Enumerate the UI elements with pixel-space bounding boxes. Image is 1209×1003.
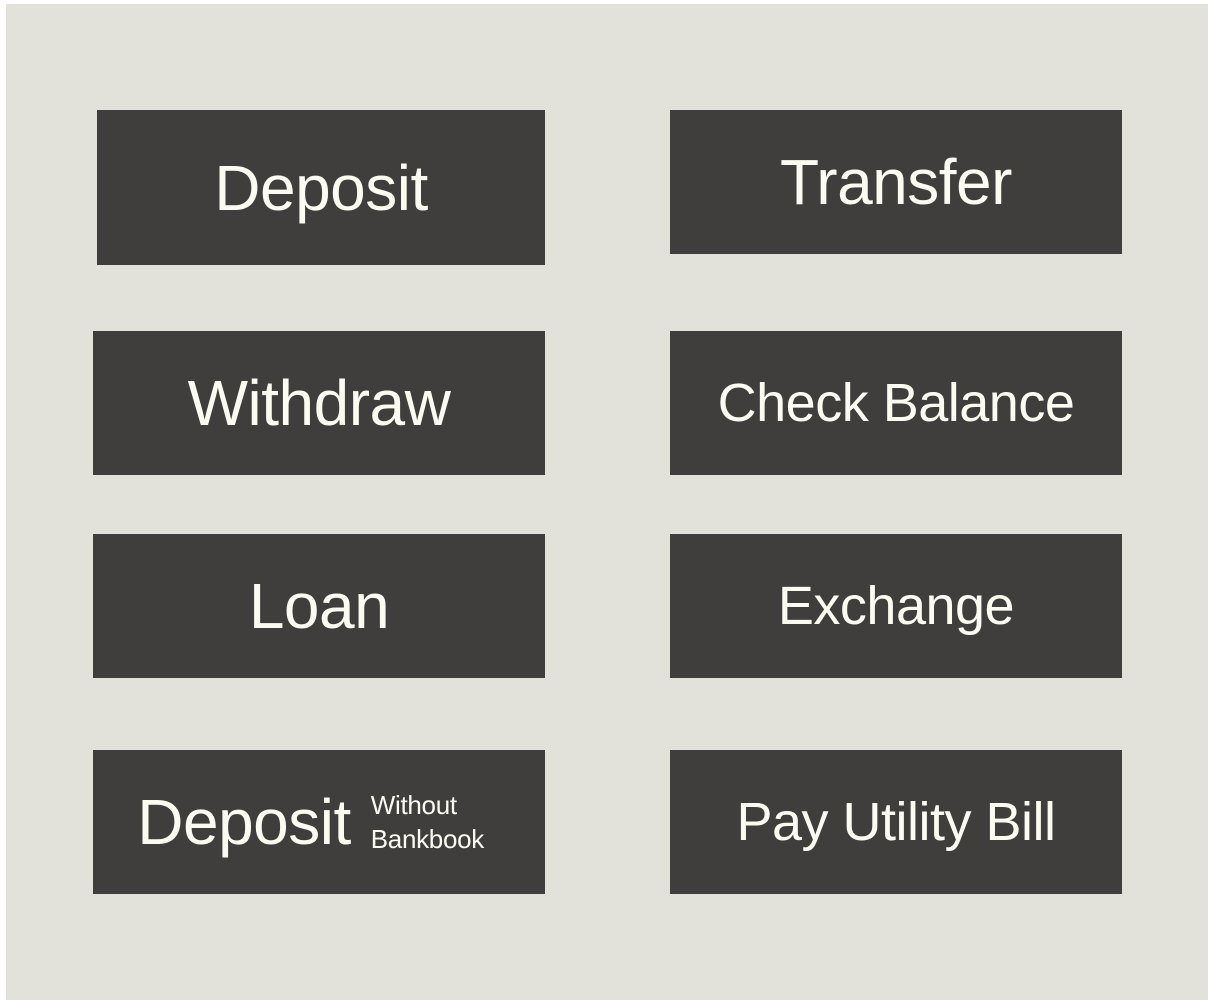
deposit-without-bankbook-content: Deposit Without Bankbook (137, 788, 501, 856)
loan-label: Loan (248, 570, 390, 642)
loan-button[interactable]: Loan (93, 534, 545, 678)
check-balance-label: Check Balance (717, 373, 1075, 433)
deposit-without-bankbook-sublabel: Without Bankbook (371, 788, 501, 856)
sublabel-line-1: Without (370, 790, 457, 820)
exchange-label: Exchange (777, 576, 1015, 636)
deposit-without-bankbook-button[interactable]: Deposit Without Bankbook (93, 750, 545, 894)
atm-menu-panel: Deposit Transfer Withdraw Check Balance … (6, 4, 1208, 1000)
deposit-without-bankbook-label: Deposit (137, 786, 351, 858)
transfer-button[interactable]: Transfer (670, 110, 1122, 254)
sublabel-line-2: Bankbook (370, 824, 485, 854)
withdraw-label: Withdraw (187, 367, 451, 439)
deposit-label: Deposit (214, 151, 428, 224)
pay-utility-bill-label: Pay Utility Bill (736, 792, 1056, 852)
deposit-button[interactable]: Deposit (97, 110, 545, 265)
withdraw-button[interactable]: Withdraw (93, 331, 545, 475)
check-balance-button[interactable]: Check Balance (670, 331, 1122, 475)
transfer-label: Transfer (780, 146, 1012, 218)
pay-utility-bill-button[interactable]: Pay Utility Bill (670, 750, 1122, 894)
exchange-button[interactable]: Exchange (670, 534, 1122, 678)
